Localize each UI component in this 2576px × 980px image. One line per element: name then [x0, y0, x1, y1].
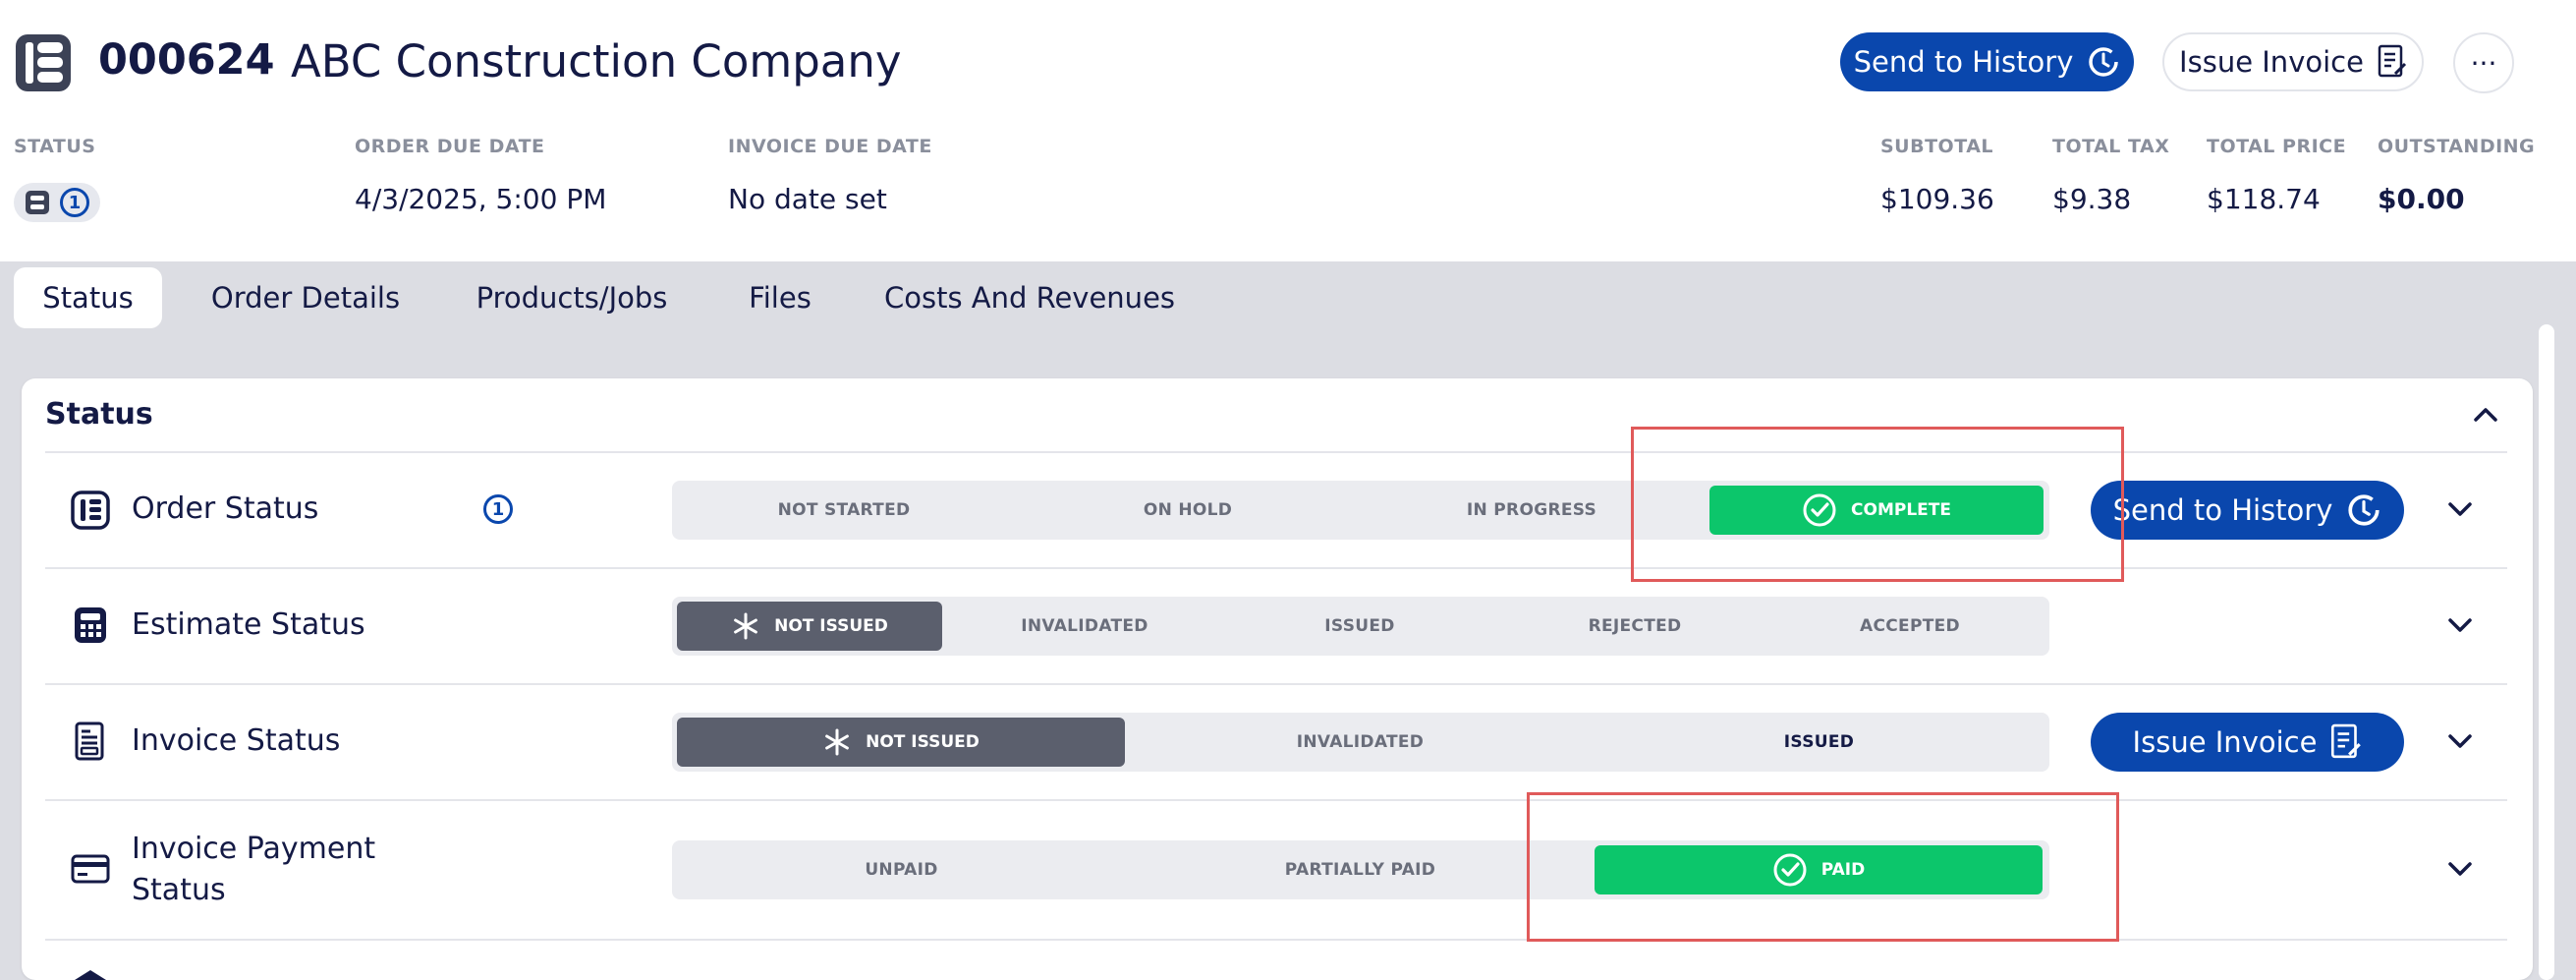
estimate-status-label: Estimate Status: [132, 607, 365, 642]
tab-costs-and-revenues-label: Costs And Revenues: [883, 281, 1176, 315]
tab-order-details-label: Order Details: [210, 281, 401, 315]
total-price-value: $118.74: [2207, 183, 2321, 215]
issue-invoice-label: Issue Invoice: [2179, 45, 2364, 79]
outstanding-value: $0.00: [2378, 183, 2465, 215]
subtotal-value: $109.36: [1880, 183, 1994, 215]
order-due-date-label: ORDER DUE DATE: [355, 136, 545, 157]
order-send-to-history-label: Send to History: [2112, 493, 2333, 527]
order-step-not-started[interactable]: NOT STARTED: [672, 481, 1016, 540]
invoice-step-not-issued-label: NOT ISSUED: [866, 732, 980, 752]
total-tax-value: $9.38: [2052, 183, 2132, 215]
estimate-step-rejected[interactable]: REJECTED: [1497, 597, 1772, 656]
order-due-date-value[interactable]: 4/3/2025, 5:00 PM: [355, 183, 606, 215]
chevron-down-icon[interactable]: [2444, 725, 2476, 757]
more-options-icon: ···: [2470, 46, 2497, 80]
credit-card-icon: [71, 854, 110, 884]
outstanding-label: OUTSTANDING: [2378, 136, 2536, 157]
estimate-step-invalidated[interactable]: INVALIDATED: [947, 597, 1222, 656]
invoice-step-invalidated[interactable]: INVALIDATED: [1131, 713, 1590, 772]
tab-files-label: Files: [749, 281, 812, 315]
estimate-step-not-issued[interactable]: NOT ISSUED: [677, 602, 942, 651]
history-icon: [2348, 494, 2380, 526]
tab-products-jobs-label: Products/Jobs: [476, 281, 668, 315]
issue-invoice-header-button[interactable]: Issue Invoice: [2162, 32, 2424, 91]
send-to-history-button[interactable]: Send to History: [1840, 32, 2134, 91]
order-header: 000624 ABC Construction Company Send to …: [0, 0, 2576, 261]
invoice-payment-status-label: Invoice Payment Status: [132, 829, 375, 911]
estimate-status-track: NOT ISSUED INVALIDATED ISSUED REJECTED A…: [672, 597, 2049, 656]
calculator-icon: [75, 607, 106, 643]
invoice-due-date-value[interactable]: No date set: [728, 183, 887, 215]
invoice-payment-status-label-line1: Invoice Payment: [132, 832, 376, 866]
order-status-icon: [26, 191, 49, 214]
invoice-status-label: Invoice Status: [132, 723, 341, 758]
invoice-payment-status-label-line2: Status: [132, 873, 226, 907]
chevron-up-icon[interactable]: [2470, 399, 2501, 431]
order-status-count-badge: 1: [483, 494, 513, 524]
tab-products-jobs[interactable]: Products/Jobs: [460, 267, 684, 328]
send-to-history-label: Send to History: [1853, 45, 2074, 79]
invoice-status-track: NOT ISSUED INVALIDATED ISSUED: [672, 713, 2049, 772]
order-app-icon: [16, 34, 71, 91]
payment-step-unpaid[interactable]: UNPAID: [672, 840, 1131, 899]
tab-costs-and-revenues[interactable]: Costs And Revenues: [880, 267, 1179, 328]
order-number: 000624: [98, 35, 275, 85]
estimate-step-accepted[interactable]: ACCEPTED: [1772, 597, 2047, 656]
total-price-label: TOTAL PRICE: [2207, 136, 2347, 157]
estimate-step-not-issued-label: NOT ISSUED: [774, 616, 888, 636]
invoice-issue-invoice-button[interactable]: Issue Invoice: [2091, 713, 2404, 772]
chevron-down-icon[interactable]: [2444, 609, 2476, 641]
order-send-to-history-button[interactable]: Send to History: [2091, 481, 2404, 540]
highlight-order-complete: [1631, 427, 2124, 582]
invoice-step-issued[interactable]: ISSUED: [1590, 713, 2048, 772]
status-chip[interactable]: 1: [14, 183, 100, 222]
company-name[interactable]: ABC Construction Company: [291, 35, 902, 87]
invoice-step-not-issued[interactable]: NOT ISSUED: [677, 718, 1125, 767]
invoice-icon: [2378, 44, 2407, 78]
total-tax-label: TOTAL TAX: [2052, 136, 2170, 157]
invoice-issue-invoice-label: Issue Invoice: [2132, 725, 2318, 759]
history-icon: [2089, 47, 2119, 77]
tab-order-details[interactable]: Order Details: [193, 267, 419, 328]
invoice-due-date-label: INVOICE DUE DATE: [728, 136, 932, 157]
invoice-icon: [75, 721, 104, 761]
tab-status[interactable]: Status: [14, 267, 162, 328]
asterisk-icon: [734, 612, 758, 640]
order-status-label: Order Status: [132, 491, 319, 526]
tab-status-label: Status: [42, 281, 134, 315]
more-options-button[interactable]: ···: [2453, 32, 2514, 93]
tab-files[interactable]: Files: [688, 267, 872, 328]
next-status-row: [45, 939, 2507, 980]
highlight-payment-paid: [1527, 792, 2119, 942]
order-status-icon: [71, 490, 110, 530]
subtotal-label: SUBTOTAL: [1880, 136, 1994, 157]
chevron-down-icon[interactable]: [2444, 493, 2476, 525]
asterisk-icon: [825, 728, 850, 756]
status-label: STATUS: [14, 136, 96, 157]
chevron-down-icon[interactable]: [2444, 853, 2476, 885]
payment-step-partially-paid[interactable]: PARTIALLY PAID: [1131, 840, 1590, 899]
scrollbar[interactable]: [2539, 324, 2554, 980]
status-card-title: Status: [45, 397, 153, 432]
partial-row-icon: [75, 970, 106, 980]
invoice-edit-icon: [2331, 723, 2362, 759]
order-step-on-hold[interactable]: ON HOLD: [1016, 481, 1360, 540]
status-count-badge: 1: [60, 188, 89, 217]
estimate-step-issued[interactable]: ISSUED: [1222, 597, 1497, 656]
